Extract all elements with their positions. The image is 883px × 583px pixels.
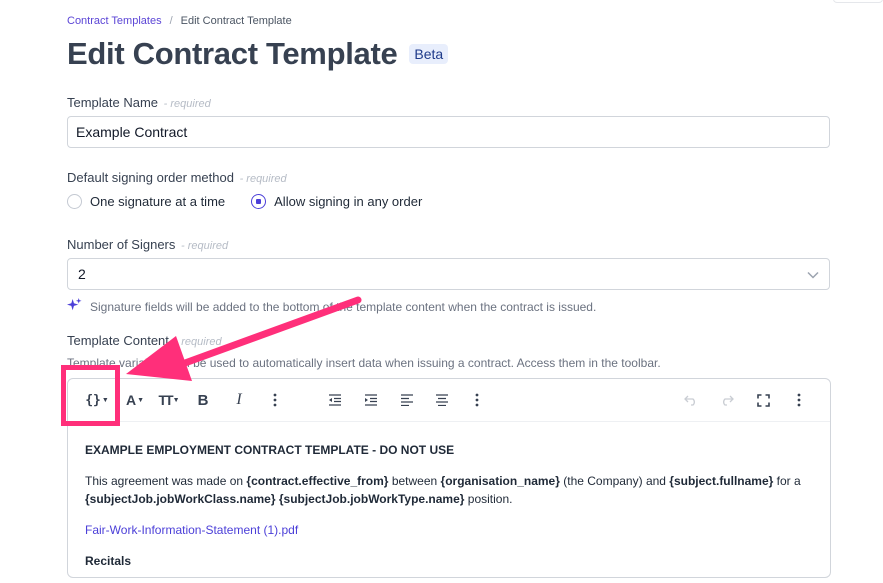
font-color-icon: A (125, 392, 137, 408)
caret-down-icon: ▼ (101, 396, 109, 404)
attachment-link[interactable]: Fair-Work-Information-Statement (1).pdf (85, 523, 298, 537)
required-marker: - required (239, 173, 287, 185)
signature-hint: Signature fields will be added to the bo… (67, 298, 596, 316)
corner-tab (833, 0, 883, 3)
breadcrumb-link-contract-templates[interactable]: Contract Templates (67, 15, 162, 27)
radio-circle[interactable] (67, 194, 82, 209)
template-variable: {subjectJob.jobWorkType.name} (278, 492, 465, 506)
indent-icon[interactable] (360, 389, 382, 411)
fullscreen-icon[interactable] (752, 389, 774, 411)
template-name-label-text: Template Name (67, 95, 159, 110)
template-variable: {organisation_name} (440, 474, 560, 488)
caret-down-icon: ▼ (137, 396, 145, 404)
variables-button[interactable]: {} ▼ (82, 389, 112, 411)
chevron-down-icon (807, 266, 819, 282)
text: between (388, 474, 441, 488)
rich-text-editor[interactable]: {} ▼ A ▼ TT ▼ B I EXAMPLE EMPLOYMENT CON… (67, 378, 831, 578)
template-variable: {subject.fullname} (669, 474, 774, 488)
text: position. (464, 492, 513, 506)
template-content-label-text: Template Content (67, 333, 169, 348)
template-content-label: Template Content - required (67, 333, 222, 348)
radio-one-signature-at-a-time[interactable]: One signature at a time (67, 194, 225, 209)
template-variable: {contract.effective_from} (246, 474, 389, 488)
template-name-label: Template Name - required (67, 95, 211, 110)
section-heading: Recitals (85, 554, 132, 568)
undo-icon[interactable] (680, 389, 702, 411)
signers-select-value: 2 (78, 266, 86, 282)
page-title: Edit Contract Template (67, 36, 398, 71)
radio-label: One signature at a time (90, 194, 226, 209)
required-marker: - required (163, 98, 211, 110)
document-heading: EXAMPLE EMPLOYMENT CONTRACT TEMPLATE - D… (85, 443, 455, 457)
breadcrumb-separator: / (169, 15, 173, 27)
signature-hint-text: Signature fields will be added to the bo… (90, 300, 597, 314)
sparkle-icon (67, 298, 82, 316)
align-center-icon[interactable] (431, 389, 453, 411)
text: for a (773, 474, 801, 488)
text: This agreement was made on (85, 474, 247, 488)
more-options-icon[interactable] (264, 389, 286, 411)
document-paragraph: This agreement was made on {contract.eff… (85, 472, 815, 508)
title-row: Edit Contract Template Beta (67, 36, 449, 72)
editor-toolbar: {} ▼ A ▼ TT ▼ B I (68, 379, 830, 422)
radio-allow-signing-any-order[interactable]: Allow signing in any order (251, 194, 422, 209)
font-size-button[interactable]: TT ▼ (154, 389, 184, 411)
braces-icon: {} (85, 392, 101, 408)
radio-label: Allow signing in any order (274, 194, 423, 209)
signers-select[interactable]: 2 (67, 258, 830, 290)
signing-order-radio-group: One signature at a time Allow signing in… (67, 194, 422, 209)
text: (the Company) and (559, 474, 670, 488)
breadcrumb: Contract Templates / Edit Contract Templ… (67, 15, 292, 27)
editor-content[interactable]: EXAMPLE EMPLOYMENT CONTRACT TEMPLATE - D… (85, 441, 815, 583)
template-name-input[interactable] (67, 116, 830, 148)
radio-circle-selected[interactable] (251, 194, 267, 209)
more-options-icon[interactable] (466, 389, 488, 411)
template-content-help: Template variables can be used to automa… (67, 356, 661, 370)
breadcrumb-current: Edit Contract Template (180, 15, 292, 27)
required-marker: - required (174, 336, 222, 348)
font-size-icon: TT (158, 392, 173, 408)
signers-label-text: Number of Signers (67, 237, 176, 252)
font-color-button[interactable]: A ▼ (122, 389, 148, 411)
caret-down-icon: ▼ (172, 396, 180, 404)
outdent-icon[interactable] (324, 389, 346, 411)
template-variable: {subjectJob.jobWorkClass.name} (85, 492, 276, 506)
redo-icon[interactable] (716, 389, 738, 411)
required-marker: - required (181, 240, 229, 252)
signing-order-label-text: Default signing order method (67, 170, 234, 185)
align-left-icon[interactable] (396, 389, 418, 411)
signing-order-label: Default signing order method - required (67, 170, 287, 185)
bold-button[interactable]: B (192, 389, 214, 411)
beta-badge: Beta (409, 44, 449, 64)
more-options-icon[interactable] (788, 389, 810, 411)
signers-label: Number of Signers - required (67, 237, 228, 252)
italic-button[interactable]: I (228, 389, 250, 411)
